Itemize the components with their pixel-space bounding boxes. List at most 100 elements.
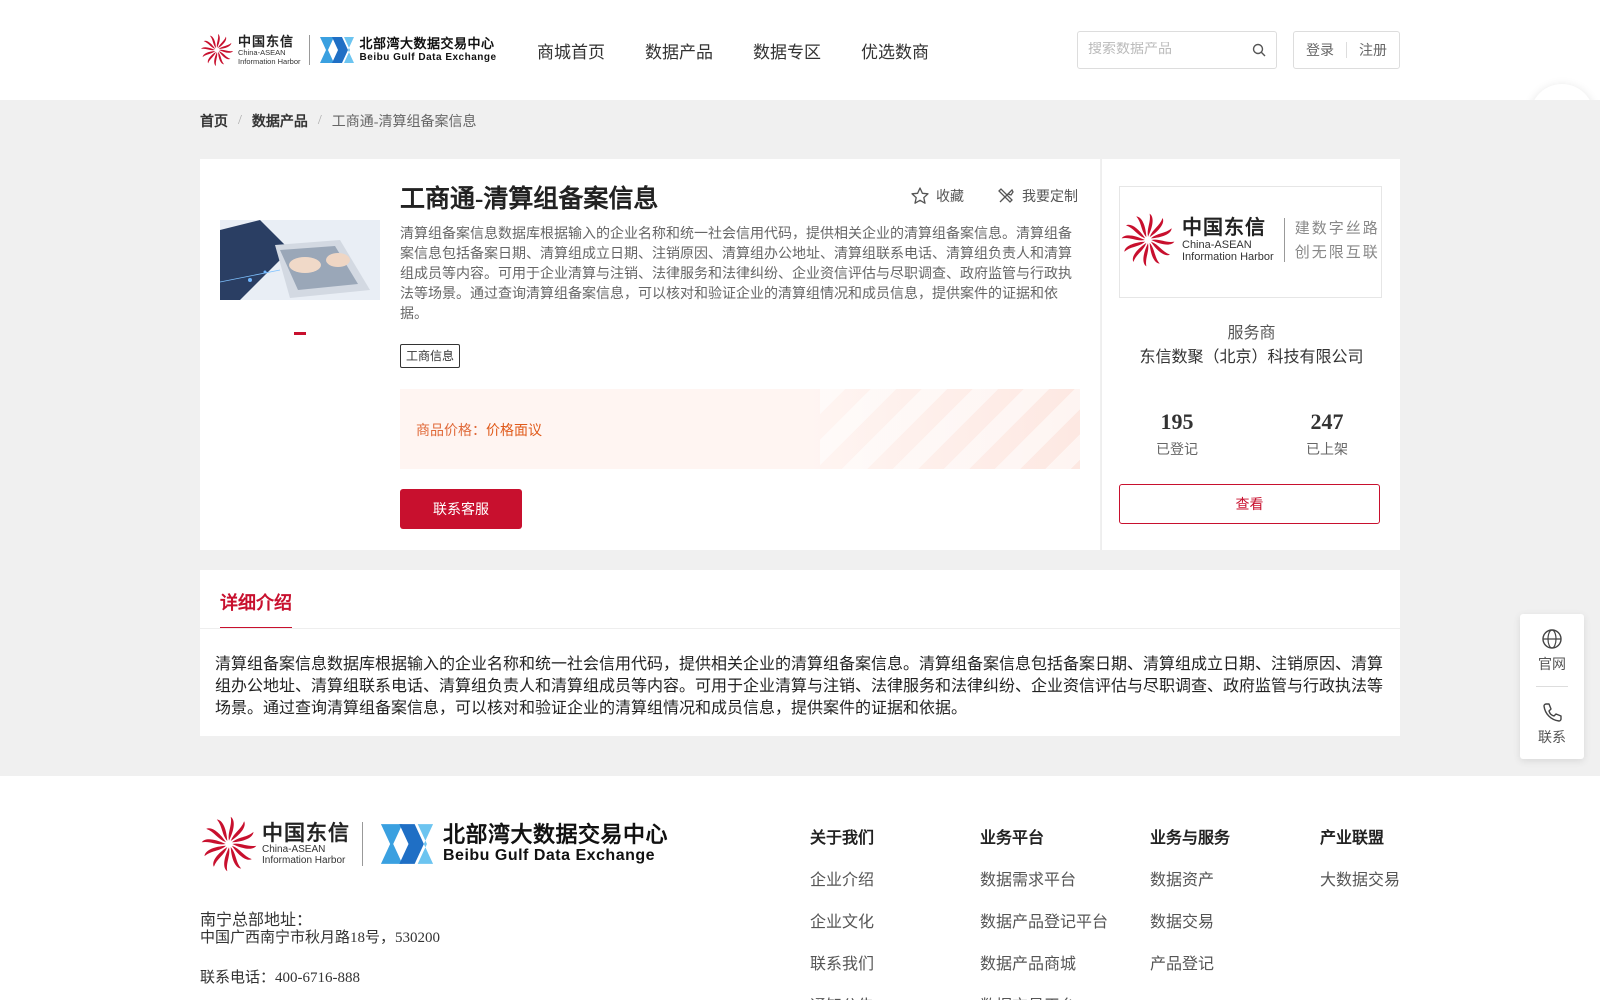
footer-link[interactable]: 联系我们 — [810, 950, 874, 974]
footer-link[interactable]: 数据资产 — [1150, 866, 1230, 890]
search-box — [1077, 31, 1277, 69]
search-icon[interactable] — [1252, 43, 1266, 57]
auth-divider — [1346, 42, 1347, 58]
product-description: 清算组备案信息数据库根据输入的企业名称和统一社会信用代码，提供相关企业的清算组备… — [400, 227, 1072, 322]
price-value: 价格面议 — [486, 424, 542, 439]
footer-link[interactable]: 数据产品登记平台 — [980, 908, 1108, 932]
provider-slogan-2: 创无限互联 — [1294, 243, 1380, 261]
stat-registered-label: 已登记 — [1156, 443, 1198, 458]
china-asean-logo-icon — [200, 815, 258, 873]
footer-logo2-cn: 北部湾大数据交易中心 — [443, 822, 669, 848]
stat-listed-label: 已上架 — [1306, 443, 1348, 458]
logo-divider — [308, 35, 310, 65]
main-nav: 商城首页 数据产品 数据专区 优选数商 — [537, 38, 929, 63]
china-asean-logo-icon — [1121, 213, 1175, 267]
nav-preferred-vendors[interactable]: 优选数商 — [861, 38, 929, 63]
footer-col-title: 业务与服务 — [1150, 830, 1231, 847]
side-divider — [1536, 686, 1568, 687]
product-title: 工商通-清算组备案信息 — [400, 186, 659, 213]
footer-link[interactable]: 通知公告 — [810, 992, 874, 1000]
provider-logo-en1: China-ASEAN — [1182, 238, 1252, 251]
site-logo[interactable]: 中国东信 China-ASEAN Information Harbor 北部湾大… — [200, 30, 497, 70]
official-site-button[interactable]: 官网 — [1520, 628, 1584, 674]
breadcrumb-current: 工商通-清算组备案信息 — [331, 115, 477, 130]
product-thumbnail[interactable] — [220, 220, 380, 300]
footer-col-services: 业务与服务 数据资产 数据交易 产品登记 — [1150, 824, 1230, 992]
beibu-gulf-logo-icon — [318, 35, 356, 65]
footer: 中国东信 China-ASEAN Information Harbor 北部湾大… — [0, 776, 1600, 1000]
contact-side-label: 联系 — [1538, 731, 1566, 746]
footer-logo-en1: China-ASEAN — [262, 843, 326, 855]
footer-link[interactable]: 数据需求平台 — [980, 866, 1108, 890]
nav-data-zone[interactable]: 数据专区 — [753, 38, 821, 63]
phone-icon — [1543, 703, 1562, 722]
footer-col-title: 关于我们 — [810, 830, 875, 847]
product-tag: 工商信息 — [400, 344, 461, 368]
breadcrumb-products[interactable]: 数据产品 — [252, 111, 308, 131]
logo-cn: 中国东信 — [238, 34, 295, 49]
footer-address: 中国广西南宁市秋月路18号，530200 — [200, 930, 441, 946]
footer-link[interactable]: 产品登记 — [1150, 950, 1230, 974]
stat-listed-count: 247 — [1310, 409, 1344, 434]
globe-icon — [1542, 629, 1562, 649]
footer-link[interactable]: 企业介绍 — [810, 866, 874, 890]
footer-link[interactable]: 大数据交易 — [1320, 866, 1400, 890]
tools-icon — [998, 188, 1014, 203]
detail-text: 清算组备案信息数据库根据输入的企业名称和统一社会信用代码，提供相关企业的清算组备… — [215, 656, 1384, 717]
favorite-button[interactable]: 收藏 — [910, 186, 964, 206]
contact-service-button[interactable]: 联系客服 — [400, 489, 522, 529]
nav-mall-home[interactable]: 商城首页 — [537, 38, 605, 63]
stat-registered-count: 195 — [1160, 409, 1194, 434]
provider-card: 中国东信 China-ASEAN Information Harbor 建数字丝… — [1101, 159, 1400, 550]
favorite-label: 收藏 — [936, 190, 964, 205]
price-label: 商品价格： — [416, 424, 486, 439]
provider-label: 服务商 — [1227, 325, 1276, 342]
contact-side-button[interactable]: 联系 — [1520, 701, 1584, 747]
official-site-label: 官网 — [1538, 658, 1566, 673]
customize-label: 我要定制 — [1022, 190, 1078, 205]
footer-col-platform: 业务平台 数据需求平台 数据产品登记平台 数据产品商城 数据交易平台 — [980, 824, 1108, 1000]
china-asean-logo-icon — [200, 33, 234, 67]
footer-col-about: 关于我们 企业介绍 企业文化 联系我们 通知公告 — [810, 824, 874, 1000]
footer-link[interactable]: 企业文化 — [810, 908, 874, 932]
footer-logo2-en: Beibu Gulf Data Exchange — [443, 847, 656, 865]
auth-box: 登录 注册 — [1293, 31, 1400, 69]
breadcrumb-separator: / — [317, 113, 322, 128]
view-provider-button[interactable]: 查看 — [1119, 484, 1380, 524]
footer-logo[interactable]: 中国东信 China-ASEAN Information Harbor 北部湾大… — [200, 814, 668, 874]
provider-logo-cn: 中国东信 — [1182, 216, 1266, 239]
detail-card: 详细介绍 清算组备案信息数据库根据输入的企业名称和统一社会信用代码，提供相关企业… — [200, 570, 1400, 736]
provider-slogan-1: 建数字丝路 — [1294, 219, 1380, 237]
footer-link[interactable]: 数据产品商城 — [980, 950, 1108, 974]
logo2-cn: 北部湾大数据交易中心 — [359, 36, 495, 52]
price-box-decoration — [820, 389, 1080, 469]
login-link[interactable]: 登录 — [1306, 40, 1334, 60]
star-icon — [911, 187, 929, 204]
footer-col-alliance: 产业联盟 大数据交易 — [1320, 824, 1400, 908]
header: 中国东信 China-ASEAN Information Harbor 北部湾大… — [0, 0, 1600, 100]
laptop-typing-image — [220, 220, 380, 300]
stat-registered: 195 已登记 — [1117, 409, 1237, 459]
logo-en1: China-ASEAN — [238, 48, 286, 57]
side-float-panel: 官网 联系 — [1520, 614, 1584, 759]
stat-listed: 247 已上架 — [1267, 409, 1387, 459]
footer-link[interactable]: 数据交易平台 — [980, 992, 1108, 1000]
product-card: 工商通-清算组备案信息 收藏 我要定制 清算组备案信息数据库根据输入的企业名称和… — [200, 159, 1100, 550]
provider-name: 东信数聚（北京）科技有限公司 — [1139, 349, 1364, 366]
breadcrumb-home[interactable]: 首页 — [200, 111, 228, 131]
tab-detail-intro[interactable]: 详细介绍 — [220, 589, 292, 629]
carousel-indicator[interactable] — [294, 332, 306, 335]
provider-logo-divider — [1283, 218, 1285, 262]
footer-col-title: 业务平台 — [980, 830, 1045, 847]
logo-en2: Information Harbor — [238, 56, 301, 66]
provider-logo[interactable]: 中国东信 China-ASEAN Information Harbor 建数字丝… — [1119, 186, 1382, 298]
footer-link[interactable]: 数据交易 — [1150, 908, 1230, 932]
register-link[interactable]: 注册 — [1359, 40, 1387, 60]
tab-divider — [200, 628, 1400, 629]
footer-logo-cn: 中国东信 — [262, 821, 350, 845]
search-input[interactable] — [1078, 42, 1238, 58]
customize-button[interactable]: 我要定制 — [996, 186, 1078, 206]
price-box: 商品价格：价格面议 — [400, 389, 1080, 469]
nav-data-products[interactable]: 数据产品 — [645, 38, 713, 63]
breadcrumb-bar: 首页 / 数据产品 / 工商通-清算组备案信息 — [0, 100, 1600, 139]
